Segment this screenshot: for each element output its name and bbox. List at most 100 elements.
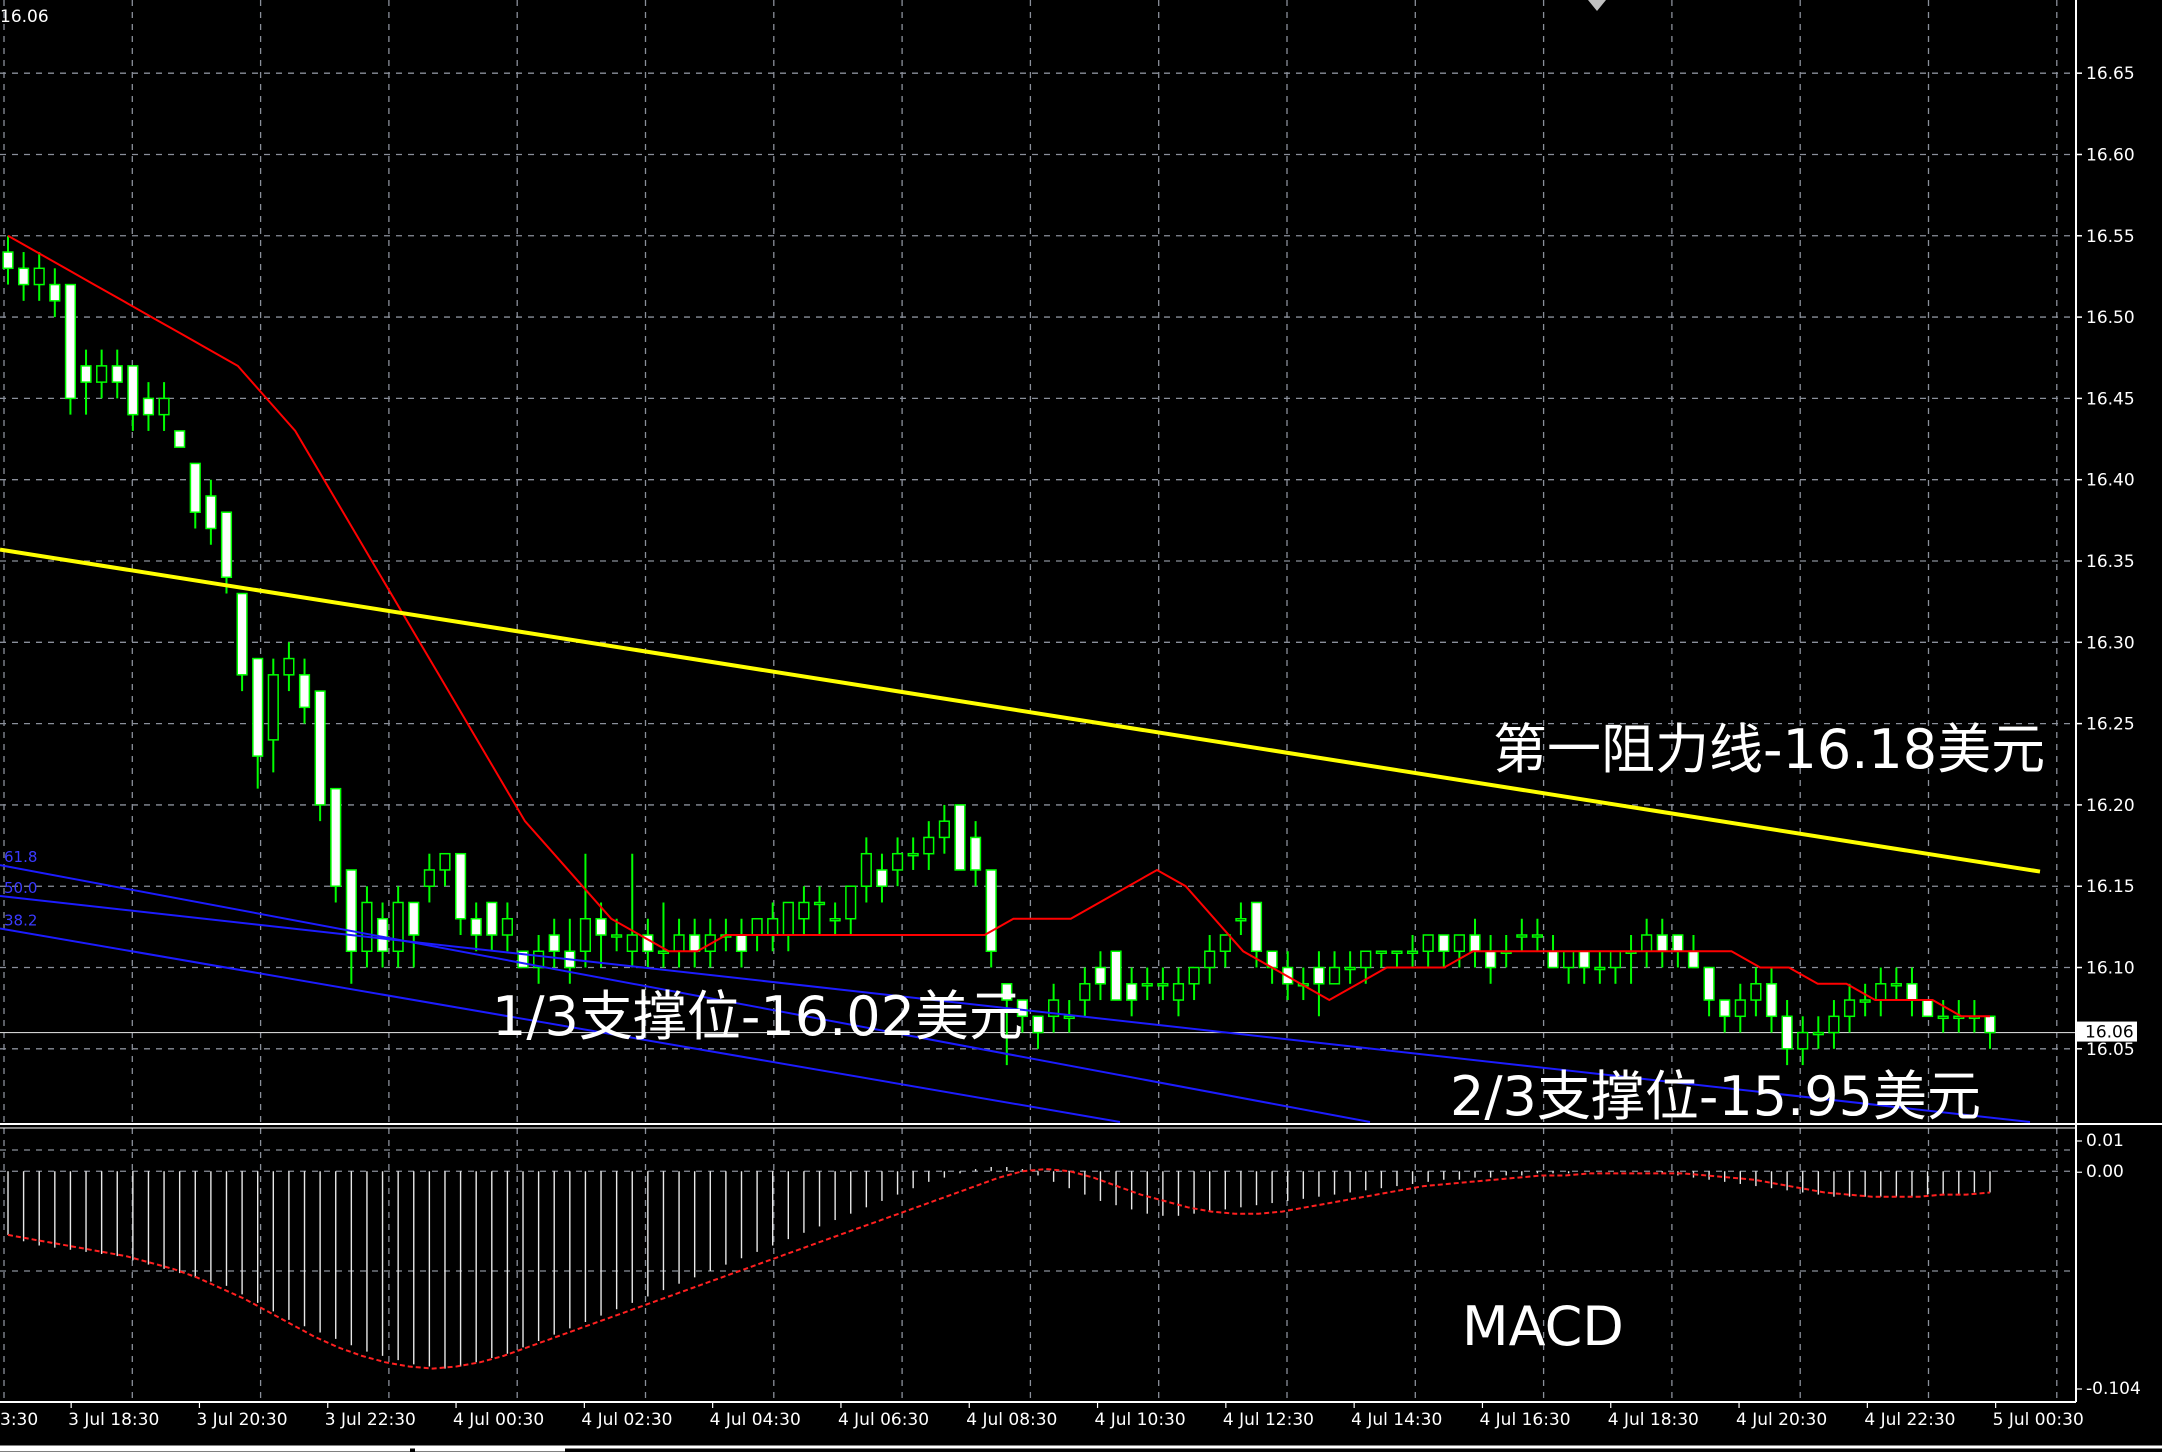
- candle-body[interactable]: [1672, 934, 1684, 953]
- candle-body[interactable]: [626, 934, 638, 953]
- candle-body[interactable]: [1250, 901, 1263, 953]
- candle-body[interactable]: [127, 365, 139, 416]
- candle-body[interactable]: [1875, 983, 1887, 1001]
- candle-body[interactable]: [1375, 950, 1387, 955]
- candle-body[interactable]: [189, 462, 201, 513]
- candle-body[interactable]: [361, 901, 373, 953]
- candle-body[interactable]: [829, 917, 841, 922]
- candle-body[interactable]: [1079, 983, 1091, 1001]
- candle-body[interactable]: [236, 592, 248, 676]
- candle-body[interactable]: [1984, 1015, 1996, 1034]
- candle-body[interactable]: [142, 397, 155, 416]
- candle-body[interactable]: [267, 674, 279, 741]
- candle-body[interactable]: [611, 934, 623, 938]
- candle-body[interactable]: [439, 852, 451, 871]
- candle-body[interactable]: [938, 820, 950, 839]
- candle-body[interactable]: [985, 869, 997, 953]
- candle-body[interactable]: [408, 901, 420, 936]
- candle-body[interactable]: [1516, 934, 1528, 938]
- candle-body[interactable]: [673, 934, 685, 953]
- candle-body[interactable]: [1422, 934, 1434, 953]
- candle-body[interactable]: [205, 495, 217, 530]
- candle-body[interactable]: [657, 950, 670, 955]
- candle-body[interactable]: [2, 251, 14, 270]
- candle-body[interactable]: [1797, 1031, 1809, 1050]
- candle-body[interactable]: [1406, 950, 1419, 955]
- candle-body[interactable]: [1547, 950, 1559, 969]
- candle-body[interactable]: [1781, 1015, 1793, 1050]
- candle-body[interactable]: [345, 869, 357, 953]
- candle-body[interactable]: [1485, 950, 1497, 969]
- candle-body[interactable]: [876, 869, 888, 887]
- candle-body[interactable]: [1126, 983, 1138, 1001]
- candle-body[interactable]: [283, 657, 295, 676]
- candle-body[interactable]: [1391, 950, 1403, 955]
- candle-body[interactable]: [486, 901, 498, 936]
- candle-body[interactable]: [49, 283, 61, 302]
- candle-body[interactable]: [1141, 983, 1153, 987]
- candle-body[interactable]: [33, 267, 45, 286]
- candle-body[interactable]: [18, 267, 30, 286]
- candle-body[interactable]: [907, 852, 919, 857]
- candle-body[interactable]: [954, 804, 966, 871]
- candle-body[interactable]: [376, 917, 389, 953]
- candle-body[interactable]: [1157, 983, 1169, 987]
- candle-body[interactable]: [1921, 999, 1934, 1018]
- candle-body[interactable]: [1453, 934, 1465, 953]
- candle-body[interactable]: [1531, 934, 1544, 938]
- candle-body[interactable]: [1578, 950, 1590, 969]
- candle-body[interactable]: [314, 690, 326, 806]
- candle-body[interactable]: [970, 836, 982, 871]
- candle-body[interactable]: [579, 917, 592, 953]
- candle-body[interactable]: [735, 934, 748, 953]
- candle-body[interactable]: [1812, 1031, 1824, 1036]
- candle-body[interactable]: [392, 901, 404, 953]
- candle-body[interactable]: [1750, 983, 1762, 1001]
- candle-body[interactable]: [1313, 966, 1325, 985]
- candle-body[interactable]: [891, 852, 904, 871]
- candle-body[interactable]: [1032, 1015, 1044, 1034]
- candle-body[interactable]: [1890, 983, 1902, 987]
- candle-body[interactable]: [1906, 983, 1918, 1001]
- candle-body[interactable]: [689, 934, 701, 953]
- candle-body[interactable]: [423, 869, 435, 887]
- candle-body[interactable]: [1719, 999, 1731, 1018]
- candle-body[interactable]: [454, 852, 467, 920]
- candle-body[interactable]: [782, 901, 794, 936]
- candle-body[interactable]: [330, 787, 342, 887]
- candle-body[interactable]: [1344, 966, 1356, 971]
- candle-body[interactable]: [1703, 966, 1715, 1001]
- candle-body[interactable]: [174, 430, 186, 448]
- candle-body[interactable]: [548, 934, 560, 953]
- candle-body[interactable]: [1172, 983, 1185, 1001]
- candle-body[interactable]: [1843, 999, 1856, 1018]
- candle-body[interactable]: [798, 901, 810, 920]
- candle-body[interactable]: [1609, 950, 1622, 969]
- candle-body[interactable]: [1828, 1015, 1840, 1034]
- candle-body[interactable]: [595, 917, 607, 936]
- price-chart[interactable]: 61.8 50.0 38.2 16.65 16.60 16.55 16.50 16.45 16…: [0, 0, 2162, 1452]
- candle-body[interactable]: [1063, 1015, 1075, 1020]
- candle-body[interactable]: [158, 397, 170, 416]
- candle-body[interactable]: [1328, 966, 1341, 985]
- candle-body[interactable]: [1360, 950, 1372, 969]
- candle-body[interactable]: [1656, 934, 1668, 953]
- candle-body[interactable]: [1859, 999, 1871, 1003]
- candle-body[interactable]: [1687, 950, 1700, 969]
- candle-body[interactable]: [1469, 934, 1481, 953]
- candle-body[interactable]: [1235, 917, 1247, 922]
- candle-body[interactable]: [1563, 950, 1575, 969]
- candle-body[interactable]: [1594, 966, 1606, 971]
- candle-body[interactable]: [220, 511, 233, 579]
- candle-body[interactable]: [252, 657, 264, 757]
- candle-body[interactable]: [64, 283, 77, 400]
- candle-body[interactable]: [923, 836, 935, 855]
- candle-body[interactable]: [1641, 934, 1653, 953]
- candle-body[interactable]: [813, 901, 826, 906]
- candle-body[interactable]: [96, 365, 108, 383]
- candle-body[interactable]: [501, 917, 513, 936]
- candle-body[interactable]: [298, 674, 311, 709]
- candle-body[interactable]: [1937, 1015, 1949, 1020]
- candle-body[interactable]: [1438, 934, 1450, 953]
- candle-body[interactable]: [470, 917, 482, 936]
